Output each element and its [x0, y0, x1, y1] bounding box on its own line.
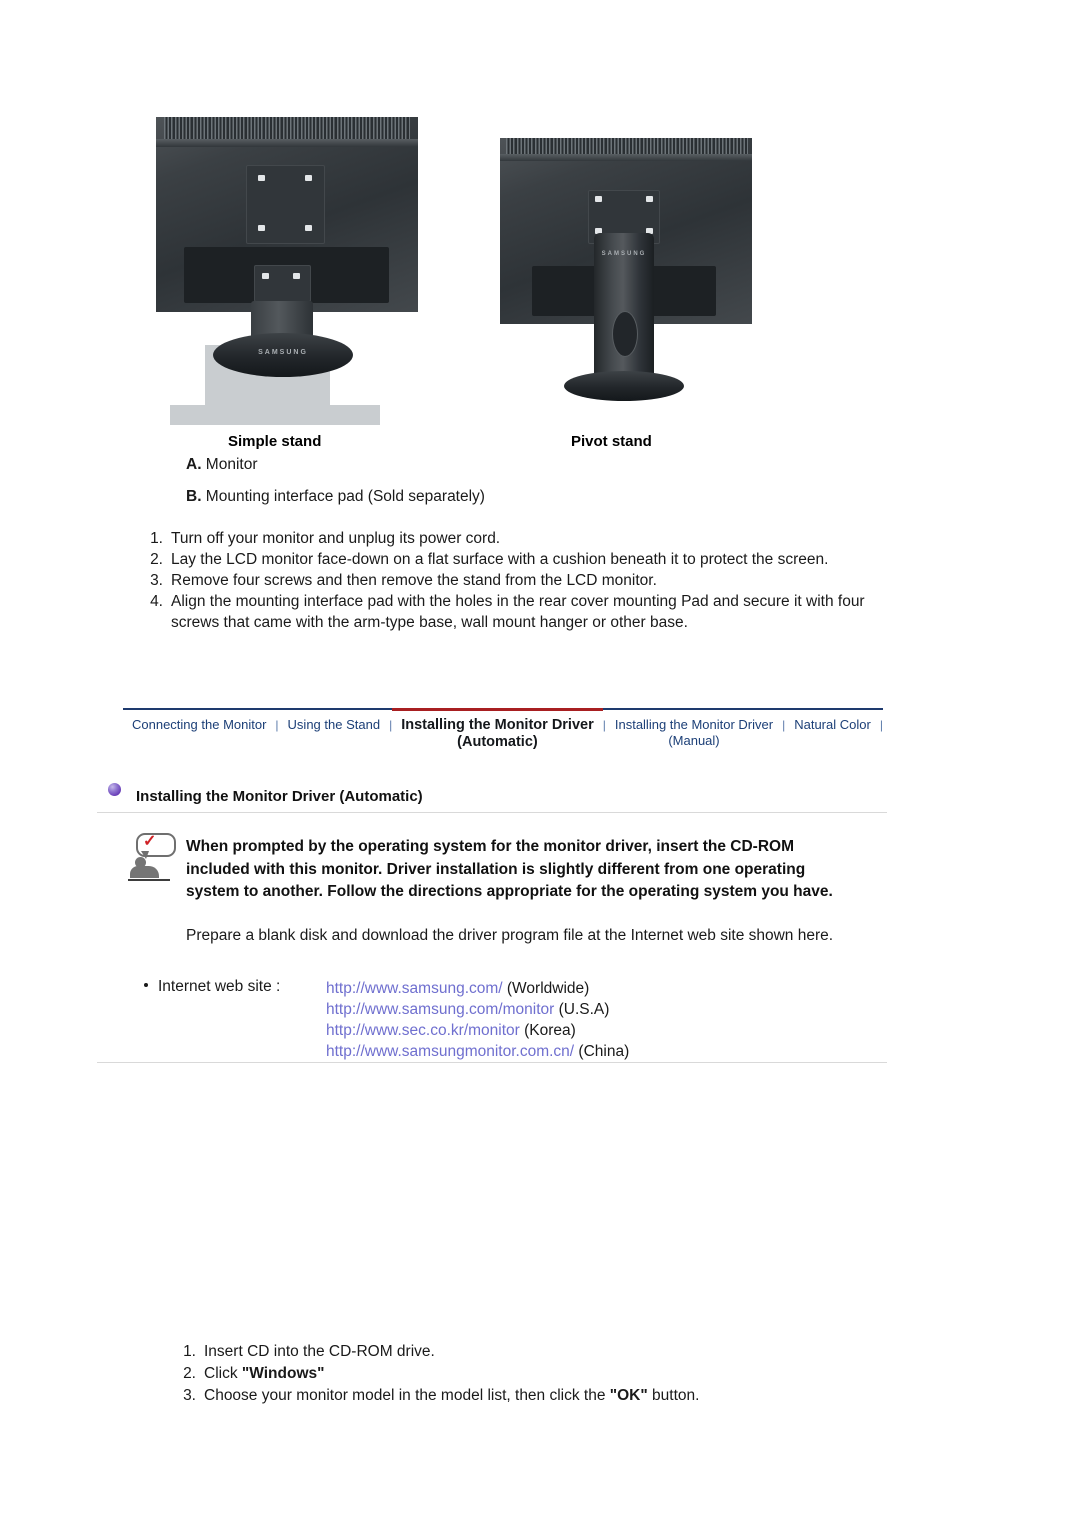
step-text: Align the mounting interface pad with th… — [171, 593, 865, 631]
part-label-a: A. Monitor — [186, 456, 258, 474]
figure-caption-pivot-stand: Pivot stand — [571, 433, 652, 450]
step-text-pre: Choose your monitor model in the model l… — [204, 1387, 610, 1404]
step-text: Choose your monitor model in the model l… — [204, 1385, 878, 1407]
bullet-dot-icon — [144, 983, 148, 988]
icon-underline — [128, 879, 170, 881]
step-item: 4. Align the mounting interface pad with … — [145, 591, 875, 633]
step-number: 2. — [150, 551, 163, 568]
tab-natural-color[interactable]: Natural Color — [785, 710, 880, 733]
step-text: Click "Windows" — [204, 1363, 878, 1385]
step-item: 2. Click "Windows" — [178, 1363, 878, 1385]
web-url-row: http://www.sec.co.kr/monitor (Korea) — [326, 1020, 629, 1041]
web-url-link[interactable]: http://www.samsung.com/monitor — [326, 1001, 554, 1018]
purple-orb-bullet-icon — [108, 783, 121, 796]
part-a-text: Monitor — [201, 456, 258, 473]
web-url-link[interactable]: http://www.sec.co.kr/monitor — [326, 1022, 520, 1039]
web-url-region: (Korea) — [519, 1022, 576, 1039]
tab-connecting-the-monitor[interactable]: Connecting the Monitor — [123, 710, 275, 733]
web-url-region: (U.S.A) — [554, 1001, 610, 1018]
simple-stand-monitor-image: SAMSUNG — [150, 105, 425, 430]
step-number: 1. — [150, 530, 163, 547]
step-number: 3. — [150, 572, 163, 589]
note-callout-text: When prompted by the operating system fo… — [186, 838, 833, 900]
web-url-row: http://www.samsung.com/ (Worldwide) — [326, 978, 629, 999]
page-title: Installing the Monitor Driver (Automatic… — [136, 788, 423, 805]
note-person-checkmark-icon: ✓ — [128, 833, 176, 885]
step-item: 2. Lay the LCD monitor face-down on a fla… — [145, 549, 875, 570]
person-body-icon — [130, 866, 159, 878]
prepare-disk-text: Prepare a blank disk and download the dr… — [186, 927, 834, 944]
internet-web-site-label: Internet web site : — [144, 978, 280, 996]
web-section-divider — [97, 1062, 887, 1063]
cd-install-steps-list: 1. Insert CD into the CD-ROM drive. 2. Clic… — [178, 1341, 878, 1407]
step-text: Lay the LCD monitor face-down on a flat … — [171, 551, 829, 568]
web-url-region: (Worldwide) — [502, 980, 590, 997]
stand-removal-steps-list: 1. Turn off your monitor and unplug its p… — [145, 528, 875, 633]
web-url-link[interactable]: http://www.samsungmonitor.com.cn/ — [326, 1043, 574, 1060]
checkmark-icon: ✓ — [143, 833, 157, 850]
part-b-letter: B. — [186, 488, 202, 505]
step-number: 2. — [183, 1365, 196, 1382]
monitor-figures-row: SAMSUNG SAMSUNG — [0, 0, 1080, 430]
tab-bar-items: Connecting the Monitor | Using the Stand | I… — [123, 708, 883, 756]
web-url-row: http://www.samsungmonitor.com.cn/ (China… — [326, 1041, 629, 1062]
step-text-emphasis: "Windows" — [241, 1365, 325, 1382]
tab-using-the-stand[interactable]: Using the Stand — [279, 710, 390, 733]
step-text-post: button. — [647, 1387, 700, 1404]
tab-installing-the-monitor-driver-manual[interactable]: Installing the Monitor Driver (Manual) — [606, 710, 782, 748]
step-text-emphasis: "OK" — [609, 1387, 648, 1404]
part-label-b: B. Mounting interface pad (Sold separate… — [186, 488, 485, 506]
step-item: 1. Turn off your monitor and unplug its p… — [145, 528, 875, 549]
step-text: Turn off your monitor and unplug its pow… — [171, 530, 501, 547]
web-url-list: http://www.samsung.com/ (Worldwide) http:… — [326, 978, 629, 1062]
web-url-link[interactable]: http://www.samsung.com/ — [326, 980, 503, 997]
step-item: 3. Remove four screws and then remove the… — [145, 570, 875, 591]
part-a-letter: A. — [186, 456, 202, 473]
tab-installing-the-monitor-driver-automatic[interactable]: Installing the Monitor Driver (Automatic… — [392, 708, 603, 751]
step-text: Remove four screws and then remove the s… — [171, 572, 657, 589]
figure-caption-simple-stand: Simple stand — [228, 433, 322, 450]
step-number: 4. — [150, 593, 163, 610]
web-url-row: http://www.samsung.com/monitor (U.S.A) — [326, 999, 629, 1020]
pivot-stand-monitor-image: SAMSUNG — [492, 128, 762, 428]
step-text-pre: Insert CD into the CD-ROM drive. — [204, 1343, 435, 1360]
internet-web-site-label-text: Internet web site : — [158, 978, 281, 995]
tab-separator: | — [879, 718, 883, 732]
step-item: 3. Choose your monitor model in the model… — [178, 1385, 878, 1407]
pivot-stand-wordmark: SAMSUNG — [601, 251, 647, 257]
part-b-text: Mounting interface pad (Sold separately) — [201, 488, 485, 505]
simple-stand-wordmark: SAMSUNG — [258, 349, 308, 356]
step-number: 3. — [183, 1387, 196, 1404]
step-item: 1. Insert CD into the CD-ROM drive. — [178, 1341, 878, 1363]
heading-divider — [97, 812, 887, 813]
step-text-pre: Click — [204, 1365, 242, 1382]
chapter-tab-bar: Connecting the Monitor | Using the Stand | I… — [123, 708, 883, 756]
web-url-region: (China) — [574, 1043, 630, 1060]
step-number: 1. — [183, 1343, 196, 1360]
step-text: Insert CD into the CD-ROM drive. — [204, 1341, 878, 1363]
